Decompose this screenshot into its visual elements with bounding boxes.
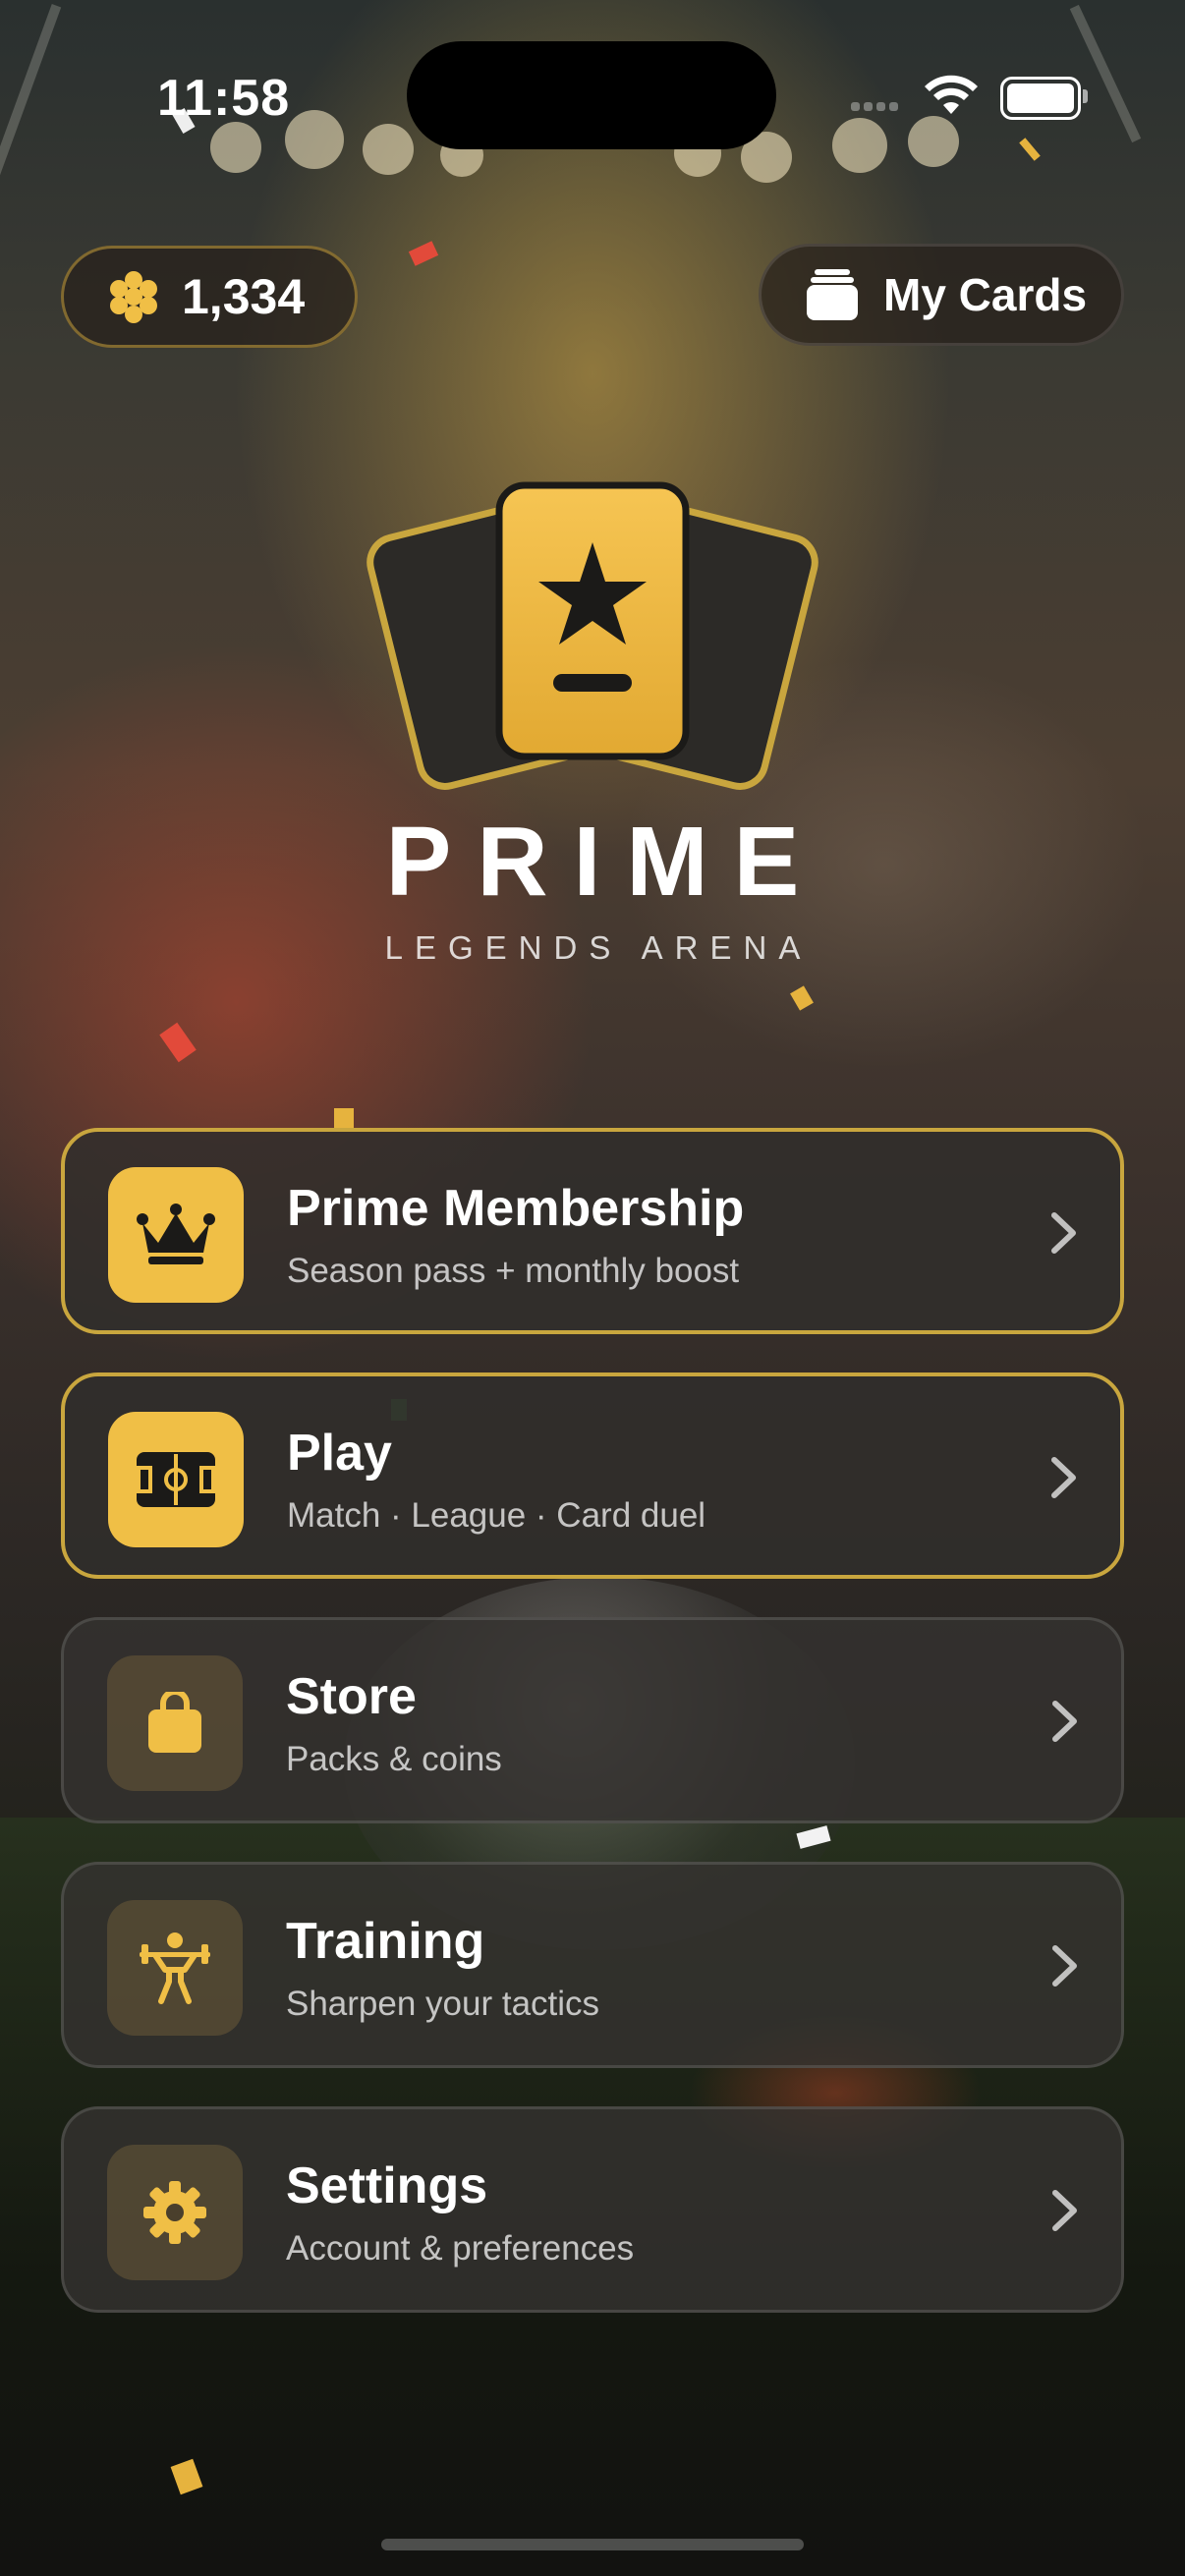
chevron-right-icon: [1052, 1701, 1077, 1742]
weightlifter-icon-tile: [107, 1900, 243, 2036]
cards-stack-icon: [807, 269, 858, 320]
my-cards-button[interactable]: My Cards: [759, 244, 1124, 346]
confetti-piece: [334, 1108, 354, 1130]
chevron-right-icon: [1052, 1945, 1077, 1987]
menu-item-subtitle: Season pass + monthly boost: [287, 1252, 740, 1290]
cellular-signal-icon: [851, 98, 902, 116]
menu-item-title: Store: [286, 1668, 417, 1725]
gear-icon-tile: [107, 2145, 243, 2280]
star-card-icon: [367, 481, 818, 790]
chevron-right-icon: [1051, 1212, 1076, 1254]
crown-icon: [137, 1204, 215, 1264]
coin-balance-pill[interactable]: 1,334: [61, 246, 358, 348]
brand-subtitle: LEGENDS ARENA: [384, 929, 813, 966]
menu-item-settings[interactable]: Settings Account & preferences: [61, 2106, 1124, 2313]
soccer-field-icon-tile: [108, 1412, 244, 1547]
my-cards-label: My Cards: [883, 269, 1088, 320]
status-time: 11:58: [157, 70, 291, 127]
menu-item-title: Training: [286, 1913, 485, 1970]
soccer-field-icon: [137, 1452, 215, 1507]
menu-item-training[interactable]: Training Sharpen your tactics: [61, 1862, 1124, 2068]
shopping-bag-icon-tile: [107, 1655, 243, 1791]
battery-icon: [1000, 77, 1088, 120]
chevron-right-icon: [1051, 1457, 1076, 1498]
coin-balance-value: 1,334: [182, 269, 306, 324]
brand-title: PRIME: [385, 807, 825, 917]
menu-item-store[interactable]: Store Packs & coins: [61, 1617, 1124, 1823]
menu-item-subtitle: Sharpen your tactics: [286, 1985, 600, 2023]
home-indicator[interactable]: [381, 2539, 804, 2550]
wifi-icon: [925, 75, 978, 114]
menu-item-prime-membership[interactable]: Prime Membership Season pass + monthly b…: [61, 1128, 1124, 1334]
weightlifter-icon: [140, 1932, 210, 2004]
menu-item-subtitle: Match · League · Card duel: [287, 1496, 706, 1535]
menu-item-title: Prime Membership: [287, 1180, 745, 1237]
menu-item-subtitle: Account & preferences: [286, 2229, 635, 2268]
menu-item-title: Settings: [286, 2157, 488, 2214]
menu-item-subtitle: Packs & coins: [286, 1740, 502, 1778]
gear-icon: [143, 2181, 206, 2244]
menu-item-title: Play: [287, 1425, 392, 1482]
menu-item-play[interactable]: Play Match · League · Card duel: [61, 1372, 1124, 1579]
dynamic-island: [407, 41, 776, 149]
coins-icon: [110, 271, 157, 323]
shopping-bag-icon: [148, 1692, 201, 1753]
crown-icon-tile: [108, 1167, 244, 1303]
chevron-right-icon: [1052, 2190, 1077, 2231]
